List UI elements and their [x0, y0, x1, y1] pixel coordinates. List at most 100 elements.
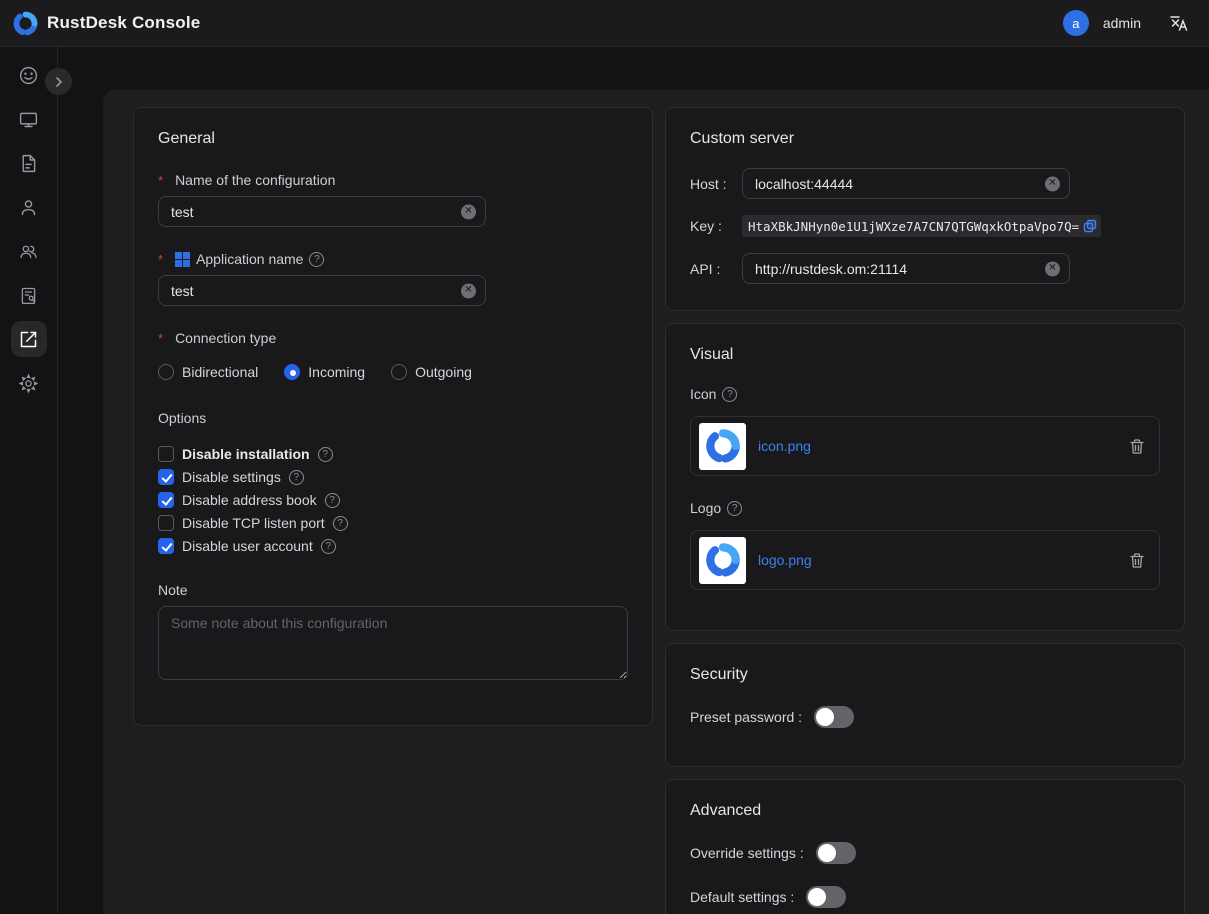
windows-icon	[175, 252, 190, 267]
general-card: General Name of the configuration ✕	[133, 107, 653, 726]
radio-dot	[158, 364, 174, 380]
preset-password-toggle[interactable]	[814, 706, 854, 728]
sidebar-collapse-button[interactable]	[45, 68, 72, 95]
config-name-label: Name of the configuration	[158, 172, 628, 188]
note-label: Note	[158, 582, 628, 598]
key-label: Key :	[690, 218, 742, 234]
radio-dot	[391, 364, 407, 380]
checkbox-disable-tcp-listen-port[interactable]: Disable TCP listen port ?	[158, 515, 628, 531]
sidebar-item-settings[interactable]	[11, 365, 47, 401]
host-input[interactable]	[742, 168, 1070, 199]
checkbox-box	[158, 538, 174, 554]
default-settings-row: Default settings :	[690, 886, 1160, 908]
toggle-knob	[808, 888, 826, 906]
radio-bidirectional[interactable]: Bidirectional	[158, 364, 258, 380]
user-avatar[interactable]: a	[1063, 10, 1089, 36]
disable-installation-help-icon[interactable]: ?	[318, 447, 333, 462]
settings-gear-icon	[18, 373, 39, 394]
smiley-icon	[18, 65, 39, 86]
logo-file-link[interactable]: logo.png	[758, 552, 1129, 568]
checkbox-disable-settings[interactable]: Disable settings ?	[158, 469, 628, 485]
checkbox-box	[158, 492, 174, 508]
right-column: Custom server Host : ✕ Key : HtaXBkJNHy	[665, 107, 1185, 914]
clear-config-name-icon[interactable]: ✕	[461, 204, 476, 219]
top-header: RustDesk Console a admin	[0, 0, 1209, 47]
custom-server-title: Custom server	[690, 130, 1160, 148]
connection-type-radios: Bidirectional Incoming Outgoing	[158, 364, 628, 380]
config-name-input[interactable]	[158, 196, 486, 227]
application-name-label: Application name ?	[158, 251, 628, 267]
radio-outgoing[interactable]: Outgoing	[391, 364, 472, 380]
host-label: Host :	[690, 176, 742, 192]
clear-api-icon[interactable]: ✕	[1045, 261, 1060, 276]
delete-icon-file-icon[interactable]	[1129, 438, 1145, 455]
edit-custom-client-icon	[18, 329, 39, 350]
default-settings-toggle[interactable]	[806, 886, 846, 908]
icon-help-icon[interactable]: ?	[722, 387, 737, 402]
devices-icon	[18, 109, 39, 130]
disable-settings-help-icon[interactable]: ?	[289, 470, 304, 485]
sidebar-item-audit[interactable]	[11, 277, 47, 313]
icon-file-row: icon.png	[690, 416, 1160, 476]
sidebar-item-logs[interactable]	[11, 145, 47, 181]
checkbox-disable-user-account[interactable]: Disable user account ?	[158, 538, 628, 554]
checkbox-disable-installation[interactable]: Disable installation ?	[158, 446, 628, 462]
icon-label: Icon ?	[690, 386, 1160, 402]
preset-password-row: Preset password :	[690, 706, 1160, 728]
sidebar-item-groups[interactable]	[11, 233, 47, 269]
logo-help-icon[interactable]: ?	[727, 501, 742, 516]
logo-thumbnail	[699, 537, 746, 584]
api-label: API :	[690, 261, 742, 277]
user-name[interactable]: admin	[1103, 15, 1141, 31]
security-title: Security	[690, 666, 1160, 684]
logo-file-row: logo.png	[690, 530, 1160, 590]
key-value: HtaXBkJNHyn0e1U1jWXze7A7CN7QTGWqxkOtpaVp…	[748, 219, 1079, 234]
override-settings-toggle[interactable]	[816, 842, 856, 864]
preset-password-label: Preset password :	[690, 709, 802, 725]
disable-address-book-help-icon[interactable]: ?	[325, 493, 340, 508]
copy-key-icon[interactable]	[1083, 219, 1097, 233]
options-label: Options	[158, 410, 628, 426]
checkbox-disable-address-book[interactable]: Disable address book ?	[158, 492, 628, 508]
clear-host-icon[interactable]: ✕	[1045, 176, 1060, 191]
sidebar-item-devices[interactable]	[11, 101, 47, 137]
delete-logo-file-icon[interactable]	[1129, 552, 1145, 569]
advanced-title: Advanced	[690, 802, 1160, 820]
default-settings-label: Default settings :	[690, 889, 794, 905]
general-card-title: General	[158, 130, 628, 148]
document-icon	[18, 153, 39, 174]
advanced-card: Advanced Override settings : Default set…	[665, 779, 1185, 914]
application-name-help-icon[interactable]: ?	[309, 252, 324, 267]
disable-user-account-help-icon[interactable]: ?	[321, 539, 336, 554]
radio-dot	[284, 364, 300, 380]
audit-log-icon	[18, 285, 39, 306]
clear-application-name-icon[interactable]: ✕	[461, 283, 476, 298]
rustdesk-logo-icon	[12, 10, 39, 37]
key-value-chip: HtaXBkJNHyn0e1U1jWXze7A7CN7QTGWqxkOtpaVp…	[742, 215, 1101, 237]
options-checkbox-group: Disable installation ? Disable settings …	[158, 446, 628, 554]
visual-card: Visual Icon ? icon.png	[665, 323, 1185, 631]
override-settings-label: Override settings :	[690, 845, 804, 861]
api-input[interactable]	[742, 253, 1070, 284]
sidebar-nav	[0, 47, 58, 914]
content-background: General Name of the configuration ✕	[58, 47, 1209, 914]
custom-server-card: Custom server Host : ✕ Key : HtaXBkJNHy	[665, 107, 1185, 311]
radio-incoming[interactable]: Incoming	[284, 364, 365, 380]
sidebar-item-custom-clients[interactable]	[11, 321, 47, 357]
users-group-icon	[18, 241, 39, 262]
disable-tcp-listen-port-help-icon[interactable]: ?	[333, 516, 348, 531]
connection-type-label: Connection type	[158, 330, 628, 346]
icon-thumbnail	[699, 423, 746, 470]
brand[interactable]: RustDesk Console	[12, 10, 200, 37]
sidebar-item-users[interactable]	[11, 189, 47, 225]
override-settings-row: Override settings :	[690, 842, 1160, 864]
application-name-input[interactable]	[158, 275, 486, 306]
checkbox-box	[158, 446, 174, 462]
sidebar-item-dashboard[interactable]	[11, 57, 47, 93]
security-card: Security Preset password :	[665, 643, 1185, 767]
user-icon	[18, 197, 39, 218]
note-textarea[interactable]	[158, 606, 628, 680]
icon-file-link[interactable]: icon.png	[758, 438, 1129, 454]
translate-language-icon[interactable]	[1169, 13, 1189, 33]
main-panel: General Name of the configuration ✕	[103, 90, 1209, 914]
